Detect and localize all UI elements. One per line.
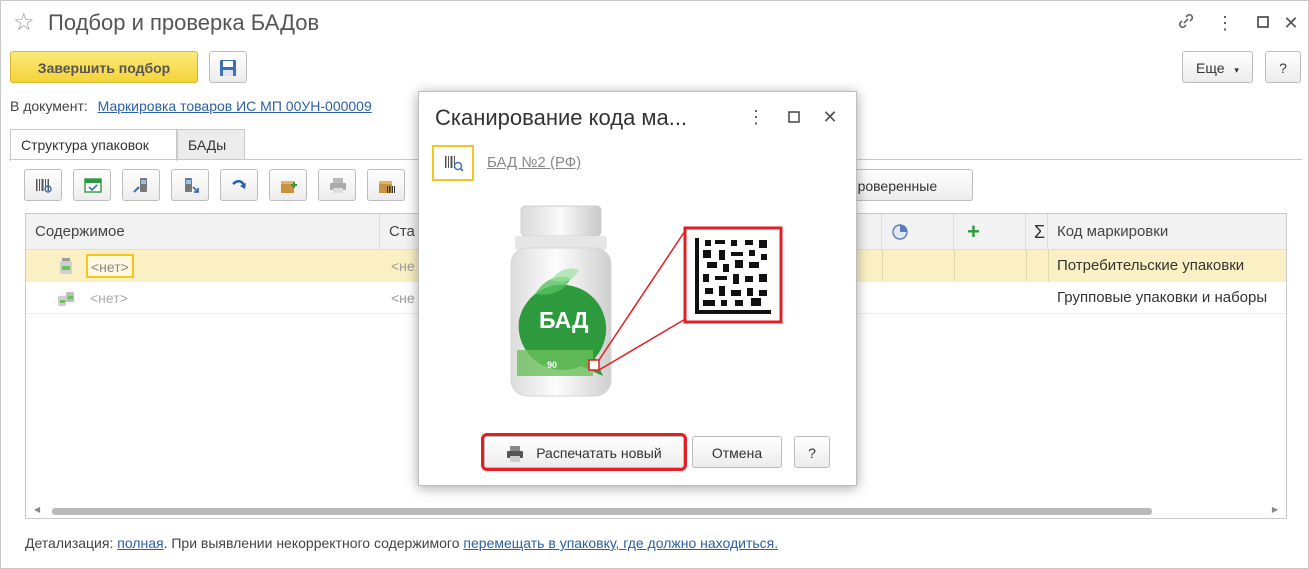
load-from-file-button[interactable] bbox=[73, 169, 111, 201]
print-button[interactable] bbox=[318, 169, 356, 201]
code-cell: Групповые упаковки и наборы bbox=[1057, 289, 1268, 306]
tab-package-structure[interactable]: Структура упаковок bbox=[10, 129, 177, 161]
status-cell: <не bbox=[391, 290, 415, 306]
scroll-right-icon[interactable]: ▶ bbox=[1272, 505, 1278, 514]
terminal-upload-icon bbox=[185, 178, 199, 193]
column-add[interactable]: + bbox=[954, 214, 1026, 250]
consumer-package-icon bbox=[59, 258, 73, 277]
row-divider bbox=[882, 250, 883, 282]
more-vertical-icon[interactable]: ⋮ bbox=[1213, 11, 1237, 35]
close-icon[interactable]: ✕ bbox=[1279, 11, 1303, 35]
print-new-label: Распечатать новый bbox=[536, 445, 662, 461]
column-sum[interactable]: Σ bbox=[1026, 214, 1048, 250]
code-spot bbox=[588, 359, 600, 371]
dialog-close-icon[interactable]: ✕ bbox=[819, 106, 841, 128]
row-divider bbox=[954, 250, 955, 282]
dialog-title: Сканирование кода ма... bbox=[435, 105, 688, 130]
favorite-star-icon[interactable]: ☆ bbox=[13, 9, 35, 37]
maximize-icon[interactable] bbox=[1251, 11, 1275, 35]
dialog-maximize-icon[interactable] bbox=[783, 106, 805, 128]
scrollbar-thumb[interactable] bbox=[52, 508, 1152, 515]
finish-selection-button[interactable]: Завершить подбор bbox=[10, 51, 198, 83]
move-to-package-link[interactable]: перемещать в упаковку, где должно находи… bbox=[463, 535, 778, 551]
barcode-icon bbox=[36, 179, 52, 193]
barcode-search-icon bbox=[445, 156, 464, 172]
printer-icon bbox=[330, 178, 346, 193]
code-cell: Потребительские упаковки bbox=[1057, 257, 1245, 274]
jar-label: БАД bbox=[539, 307, 589, 333]
dialog-scan-button[interactable] bbox=[432, 145, 474, 181]
content-cell[interactable]: <нет> bbox=[86, 254, 134, 278]
checked-filter-button[interactable]: проверенные bbox=[837, 169, 973, 201]
detail-text: . При выявлении некорректного содержимог… bbox=[163, 535, 460, 551]
move-button[interactable] bbox=[220, 169, 258, 201]
tab-supplements[interactable]: БАДы bbox=[177, 129, 245, 160]
dialog-more-vertical-icon[interactable]: ⋮ bbox=[745, 106, 767, 128]
detail-label: Детализация: bbox=[25, 535, 114, 551]
column-content[interactable]: Содержимое bbox=[26, 214, 380, 250]
document-link[interactable]: Маркировка товаров ИС МП 00УН-000009 bbox=[98, 98, 372, 114]
jar-badge: 90 bbox=[547, 360, 557, 370]
title-bar: ☆ Подбор и проверка БАДов ⋮ ✕ bbox=[1, 1, 1308, 45]
window-title: Подбор и проверка БАДов bbox=[48, 10, 320, 35]
scroll-left-icon[interactable]: ◀ bbox=[34, 505, 40, 514]
product-link[interactable]: БАД №2 (РФ) bbox=[487, 154, 581, 171]
floppy-disk-icon bbox=[220, 60, 236, 76]
more-button-label: Еще bbox=[1196, 60, 1225, 76]
status-cell: <не bbox=[391, 258, 415, 274]
spreadsheet-icon bbox=[84, 178, 102, 193]
horizontal-scrollbar[interactable]: ◀ ▶ bbox=[26, 504, 1286, 518]
help-button[interactable]: ? bbox=[1265, 51, 1301, 83]
column-code[interactable]: Код маркировки bbox=[1048, 214, 1288, 250]
supplement-jar-illustration: БАД 90 bbox=[510, 205, 783, 397]
add-package-button[interactable] bbox=[269, 169, 307, 201]
arrow-curve-icon bbox=[232, 179, 246, 189]
scan-barcode-button[interactable] bbox=[24, 169, 62, 201]
pie-chart-icon bbox=[892, 224, 908, 240]
box-barcode-icon bbox=[379, 181, 395, 193]
dialog-help-button[interactable]: ? bbox=[794, 436, 830, 468]
plus-icon: + bbox=[967, 219, 980, 244]
package-barcode-button[interactable] bbox=[367, 169, 405, 201]
print-new-button[interactable]: Распечатать новый bbox=[481, 433, 687, 471]
row-divider bbox=[1026, 250, 1027, 282]
printer-icon bbox=[507, 446, 524, 463]
data-collection-terminal-button[interactable] bbox=[122, 169, 160, 201]
detail-link[interactable]: полная bbox=[117, 535, 163, 551]
terminal-icon bbox=[133, 178, 147, 193]
save-button[interactable] bbox=[209, 51, 247, 83]
document-label: В документ: bbox=[10, 98, 88, 114]
chevron-down-icon: ▾ bbox=[1234, 65, 1239, 75]
content-cell[interactable]: <нет> bbox=[90, 282, 128, 314]
box-add-icon bbox=[281, 181, 297, 193]
row-divider bbox=[1048, 250, 1049, 282]
scan-code-dialog: Сканирование кода ма... ⋮ ✕ БАД №2 (РФ) … bbox=[418, 91, 857, 486]
more-button[interactable]: Еще ▾ bbox=[1182, 51, 1253, 83]
detail-note: Детализация: полная. При выявлении некор… bbox=[25, 535, 778, 551]
sigma-icon: Σ bbox=[1034, 222, 1046, 242]
link-icon[interactable] bbox=[1174, 11, 1198, 35]
upload-terminal-button[interactable] bbox=[171, 169, 209, 201]
group-package-icon bbox=[57, 290, 75, 309]
column-pie[interactable] bbox=[882, 214, 954, 250]
cancel-button[interactable]: Отмена bbox=[692, 436, 782, 468]
